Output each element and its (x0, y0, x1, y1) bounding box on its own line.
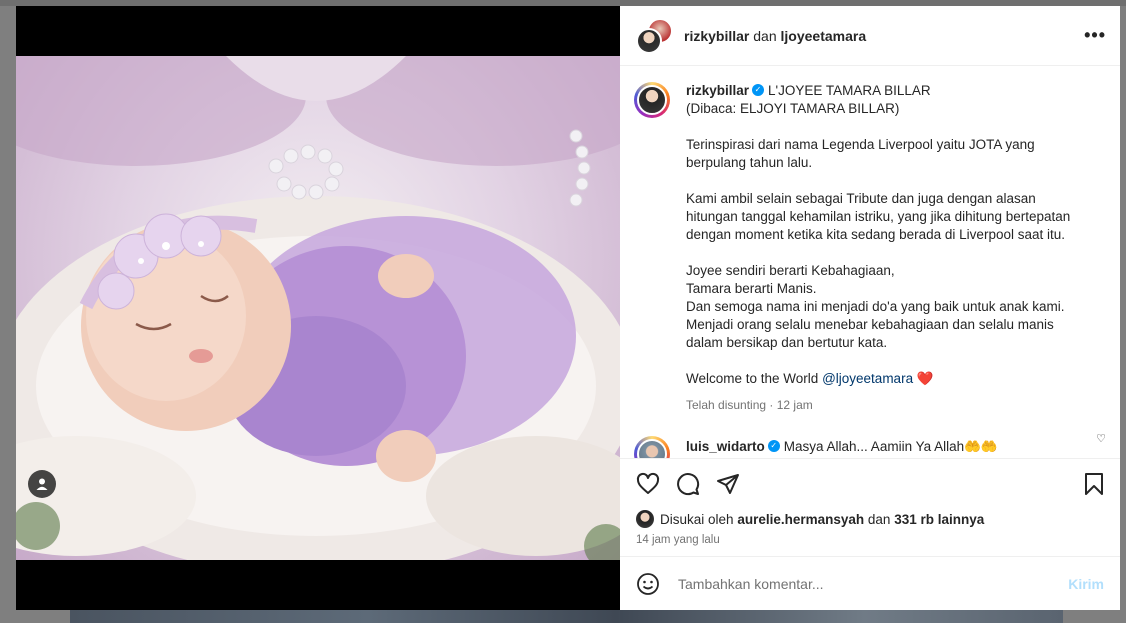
post-side-panel: rizkybillar dan ljoyeetamara ••• rizkybi… (620, 6, 1120, 610)
header-username-1[interactable]: rizkybillar (684, 28, 749, 44)
caption-title-line: L'JOYEE TAMARA BILLAR (768, 83, 931, 98)
welcome-text: Welcome to the World (686, 371, 819, 386)
post-timestamp[interactable]: 14 jam yang lalu (620, 530, 1120, 556)
caption-paragraph: Joyee sendiri berarti Kebahagiaan, Tamar… (686, 263, 1065, 350)
liker-username[interactable]: aurelie.hermansyah (737, 512, 864, 527)
newborn-photo-illustration (16, 56, 620, 560)
post-header: rizkybillar dan ljoyeetamara ••• (620, 6, 1120, 66)
more-horizontal-icon[interactable]: ••• (1084, 25, 1106, 46)
post-modal: rizkybillar dan ljoyeetamara ••• rizkybi… (16, 6, 1120, 610)
comment-like-icon[interactable]: ♡ (1096, 432, 1106, 445)
comment-username[interactable]: luis_widarto (686, 439, 765, 454)
caption-paragraph: Kami ambil selain sebagai Tribute dan ju… (686, 191, 1071, 242)
collab-avatars[interactable] (636, 17, 673, 54)
comment-text: Masya Allah... Aamiin Ya Allah🤲🤲 (783, 439, 998, 454)
caption: rizkybillar ✓ L'JOYEE TAMARA BILLAR (Dibac… (634, 82, 1104, 414)
verified-badge-icon: ✓ (767, 440, 780, 453)
comment-input[interactable] (676, 574, 1069, 593)
comment-avatar[interactable] (634, 436, 670, 458)
emoji-icon[interactable] (636, 572, 660, 596)
comment-item: luis_widarto ✓ Masya Allah... Aamiin Ya Al… (634, 436, 1104, 458)
post-comment-button[interactable]: Kirim (1068, 576, 1104, 592)
mention-link[interactable]: @ljoyeetamara (822, 371, 913, 386)
post-photo[interactable] (16, 56, 620, 560)
post-media (16, 6, 620, 610)
likes-middle: dan (867, 511, 891, 527)
verified-badge-icon: ✓ (752, 84, 765, 97)
page-background-bottom (70, 610, 1063, 623)
caption-username[interactable]: rizkybillar (686, 83, 749, 98)
bookmark-icon[interactable] (1082, 472, 1106, 496)
avatar (636, 27, 662, 54)
add-comment-bar: Kirim (620, 556, 1120, 610)
action-bar (620, 458, 1120, 508)
likes-others-link[interactable]: 331 rb lainnya (894, 512, 984, 527)
comment-icon[interactable] (676, 472, 700, 496)
caption-welcome-line: Welcome to the World @ljoyeetamara ❤️ (686, 370, 1096, 388)
avatar[interactable] (636, 510, 654, 528)
comments-section: rizkybillar ✓ L'JOYEE TAMARA BILLAR (Dibac… (620, 66, 1120, 458)
caption-timestamp[interactable]: Telah disunting · 12 jam (686, 396, 1096, 414)
header-and-text: dan (753, 27, 777, 44)
collab-usernames: rizkybillar dan ljoyeetamara (684, 28, 1084, 44)
heart-emoji: ❤️ (916, 371, 934, 386)
caption-avatar[interactable] (634, 82, 670, 118)
caption-paragraph: (Dibaca: ELJOYI TAMARA BILLAR) (686, 101, 900, 116)
likes-summary: Disukai oleh aurelie.hermansyah dan 331 … (620, 508, 1120, 530)
heart-icon[interactable] (636, 472, 660, 496)
header-username-2[interactable]: ljoyeetamara (781, 28, 867, 44)
likes-prefix: Disukai oleh (660, 511, 734, 527)
user-tag-icon[interactable] (28, 470, 56, 498)
share-icon[interactable] (716, 472, 740, 496)
caption-paragraph: Terinspirasi dari nama Legenda Liverpool… (686, 137, 1035, 170)
